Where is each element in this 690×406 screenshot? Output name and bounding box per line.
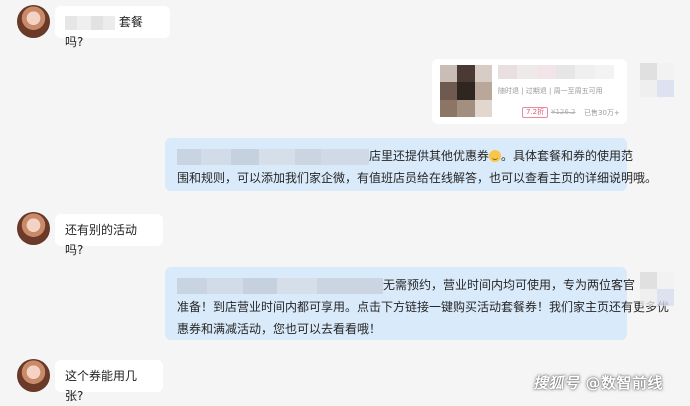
customer-avatar[interactable] xyxy=(17,359,50,392)
watermark: 搜狐号 @数智前线 xyxy=(533,372,663,393)
discount-badge: 7.2折 xyxy=(522,107,549,118)
watermark-logo: 搜狐号 xyxy=(533,374,580,392)
redacted-text xyxy=(177,277,383,294)
message-text-line: 无需预约，营业时间内均可使用，专为两位客官 xyxy=(383,278,636,292)
redacted-text xyxy=(177,148,369,165)
product-card[interactable]: 随时退 | 过期退 | 周一至周五可用 7.2折 ¥126.2 已售30万+ xyxy=(432,59,627,124)
shop-avatar[interactable] xyxy=(640,272,674,306)
wink-emoji-icon xyxy=(489,150,502,162)
message-bubble-outgoing: 店里还提供其他优惠券 。具体套餐和券的使用范 围和规则，可以添加我们家企微，有值班… xyxy=(165,138,658,191)
original-price: ¥126.2 xyxy=(551,108,576,116)
customer-avatar[interactable] xyxy=(17,212,50,245)
customer-avatar[interactable] xyxy=(17,5,50,38)
watermark-text: @数智前线 xyxy=(585,374,664,392)
product-thumbnail xyxy=(440,65,492,117)
redacted-product-name xyxy=(498,65,614,79)
message-bubble-incoming: 套餐吗? xyxy=(55,6,170,49)
message-text-line: 。具体套餐和券的使用范 xyxy=(501,149,634,163)
redacted-text xyxy=(65,15,115,30)
message-text: 这个券能用几张? xyxy=(65,369,138,403)
message-text: 还有别的活动吗? xyxy=(65,223,138,257)
message-text-line: 店里还提供其他优惠券 xyxy=(369,149,490,163)
message-bubble-outgoing: 无需预约，营业时间内均可使用，专为两位客官 准备！到店营业时间内都可享用。点击下… xyxy=(165,267,670,340)
message-text-line: 惠券和满减活动，您也可以去看看哦！ xyxy=(177,322,382,336)
message-text-line: 围和规则，可以添加我们家企微，有值班店员给在线解答，也可以查看主页的详细说明哦。 xyxy=(177,171,658,185)
message-bubble-incoming: 这个券能用几张? xyxy=(55,360,163,403)
product-meta: 随时退 | 过期退 | 周一至周五可用 xyxy=(498,87,603,95)
sold-count: 已售30万+ xyxy=(584,109,620,117)
shop-avatar[interactable] xyxy=(640,63,674,97)
message-text-line: 准备！到店营业时间内都可享用。点击下方链接一键购买活动套餐券！我们家主页还有更多… xyxy=(177,300,670,314)
message-bubble-incoming: 还有别的活动吗? xyxy=(55,214,163,257)
